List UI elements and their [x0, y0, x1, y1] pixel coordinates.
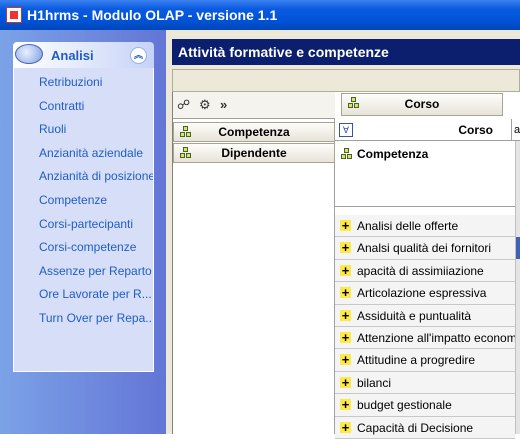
- main-area: Attività formative e competenze ☍ ⚙ » Co…: [166, 30, 520, 439]
- window-title: H1hrms - Modulo OLAP - versione 1.1: [27, 7, 278, 23]
- collapse-chevron-icon[interactable]: ︽: [130, 47, 147, 64]
- filter-icon[interactable]: ⚙: [199, 97, 214, 112]
- dimension-icon: [180, 147, 192, 159]
- partial-column-header: a: [511, 119, 520, 141]
- sidebar-item-anzianita-aziendale[interactable]: Anzianità aziendale: [14, 142, 153, 166]
- table-row[interactable]: + Attitudine a progredire: [335, 349, 515, 372]
- column-header-corso[interactable]: Corso: [458, 119, 493, 141]
- competence-rows: + Analisi delle offerte + Analsi qualità d…: [335, 215, 515, 439]
- panel-title: Analisi: [51, 47, 94, 63]
- chart-icon: [13, 42, 43, 68]
- sidebar-item-ruoli[interactable]: Ruoli: [14, 118, 153, 142]
- sidebar-item-assenze-reparto[interactable]: Assenze per Reparto: [14, 260, 153, 284]
- dimension-icon: [341, 148, 353, 160]
- sidebar-item-contratti[interactable]: Contratti: [14, 95, 153, 119]
- table-row[interactable]: + Analisi delle offerte: [335, 215, 515, 238]
- expand-plus-icon[interactable]: +: [340, 331, 351, 344]
- expand-plus-icon[interactable]: +: [340, 398, 351, 411]
- sidebar-item-corsi-partecipanti[interactable]: Corsi-partecipanti: [14, 213, 153, 237]
- analisi-panel: Analisi ︽ Retribuzioni Contratti Ruoli A…: [13, 42, 154, 372]
- toolbar: [172, 69, 520, 92]
- table-row[interactable]: + apacità di assimiiazione: [335, 259, 515, 283]
- window-titlebar: H1hrms - Modulo OLAP - versione 1.1: [0, 0, 520, 30]
- dimension-icon: [180, 126, 192, 138]
- row-dimension-area: ☍ ⚙ » Competenza Dipendente: [173, 92, 335, 434]
- table-row[interactable]: + Attenzione all'impatto economic: [335, 326, 515, 350]
- grid-header: ∀ Corso a: [335, 119, 520, 141]
- expand-plus-icon[interactable]: +: [340, 286, 351, 299]
- panel-body: Retribuzioni Contratti Ruoli Anzianità a…: [13, 68, 154, 372]
- grid-corner-icon[interactable]: ∀: [339, 123, 353, 137]
- table-row[interactable]: + bilanci: [335, 371, 515, 395]
- page-title: Attività formative e competenze: [172, 39, 520, 65]
- olap-grid: ☍ ⚙ » Competenza Dipendente Corso ∀ Cors…: [172, 92, 520, 439]
- sidebar-item-retribuzioni[interactable]: Retribuzioni: [14, 71, 153, 95]
- app-icon: [6, 7, 22, 23]
- expand-plus-icon[interactable]: +: [340, 353, 351, 366]
- sidebar-item-anzianita-posizione[interactable]: Anzianità di posizione: [14, 165, 153, 189]
- selected-cell-marker: [516, 237, 520, 259]
- expand-plus-icon[interactable]: +: [340, 376, 351, 389]
- expand-plus-icon[interactable]: +: [340, 309, 351, 322]
- dimension-icon: [348, 97, 360, 109]
- expand-plus-icon[interactable]: +: [340, 264, 351, 277]
- vertical-scrollbar[interactable]: [515, 141, 520, 434]
- data-grid: ∀ Corso a Competenza + Analisi delle offe…: [335, 119, 520, 439]
- table-row[interactable]: + Articolazione espressiva: [335, 282, 515, 305]
- table-row[interactable]: + Capacità di Decisione: [335, 416, 515, 439]
- row-field-competenza[interactable]: Competenza: [335, 141, 515, 207]
- table-row[interactable]: + Assiduità e puntualità: [335, 304, 515, 327]
- expand-plus-icon[interactable]: +: [340, 219, 351, 232]
- sidebar: Analisi ︽ Retribuzioni Contratti Ruoli A…: [0, 30, 166, 434]
- row-dimension-competenza[interactable]: Competenza: [173, 122, 335, 142]
- sidebar-item-ore-lavorate[interactable]: Ore Lavorate per R...: [14, 283, 153, 307]
- table-row[interactable]: + budget gestionale: [335, 394, 515, 417]
- more-tools-icon[interactable]: »: [220, 97, 235, 112]
- column-dimension-corso[interactable]: Corso: [341, 93, 503, 116]
- sidebar-item-corsi-competenze[interactable]: Corsi-competenze: [14, 236, 153, 260]
- sidebar-item-competenze[interactable]: Competenze: [14, 189, 153, 213]
- sidebar-item-turn-over[interactable]: Turn Over per Repa...: [14, 307, 153, 331]
- analisi-panel-header[interactable]: Analisi ︽: [13, 42, 154, 68]
- expand-plus-icon[interactable]: +: [340, 421, 351, 434]
- zoom-icon[interactable]: ☍: [177, 97, 192, 112]
- expand-plus-icon[interactable]: +: [340, 241, 351, 254]
- row-dimension-dipendente[interactable]: Dipendente: [173, 143, 335, 163]
- table-row[interactable]: + Analsi qualità dei fornitori: [335, 237, 515, 260]
- olap-tools: ☍ ⚙ »: [173, 92, 335, 119]
